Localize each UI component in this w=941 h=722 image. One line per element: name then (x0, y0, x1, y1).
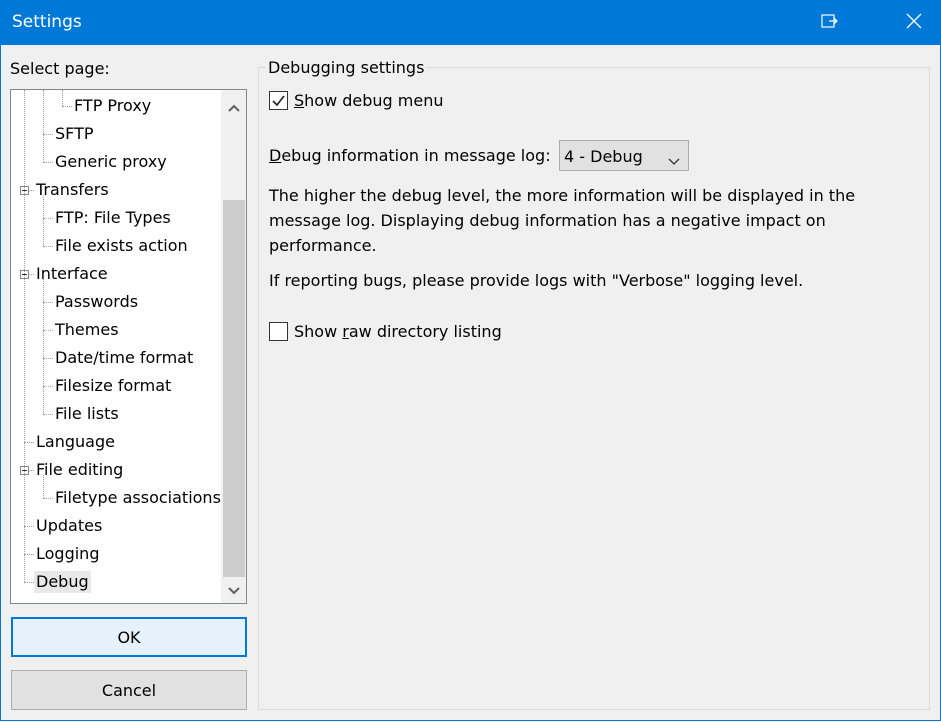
tree-item-filesize-format[interactable]: Filesize format (55, 375, 171, 397)
tree-connector (43, 386, 53, 387)
tree-item-ftp-proxy[interactable]: FTP Proxy (74, 95, 151, 117)
tree-connector (43, 246, 53, 247)
debug-info-label: Debug information in message log: (269, 146, 551, 165)
close-button[interactable] (891, 0, 937, 45)
tree-connector (24, 526, 34, 527)
tree-connector (62, 106, 72, 107)
tree-item-ftp-file-types[interactable]: FTP: File Types (55, 207, 171, 229)
tree-connector (24, 582, 34, 583)
tree-item-generic-proxy[interactable]: Generic proxy (55, 151, 167, 173)
tree-item-interface[interactable]: Interface (36, 263, 108, 285)
tree-item-sftp[interactable]: SFTP (55, 123, 94, 145)
snap-button[interactable] (807, 0, 853, 45)
group-title: Debugging settings (266, 58, 427, 77)
tree-connector (43, 358, 53, 359)
tree-item-transfers[interactable]: Transfers (36, 179, 109, 201)
tree-guide-line (43, 475, 44, 498)
tree-guide-line (43, 279, 44, 414)
snap-icon (821, 13, 839, 33)
tree-connector (43, 134, 53, 135)
tree-guide-line (43, 195, 44, 246)
debug-level-select[interactable]: 4 - Debug (559, 140, 689, 171)
cancel-button[interactable]: Cancel (11, 670, 247, 710)
show-raw-listing-label[interactable]: Show raw directory listing (294, 322, 502, 341)
tree-content: FTP Proxy SFTP Generic proxy Transfers FTP: … (11, 90, 223, 603)
tree-item-updates[interactable]: Updates (36, 515, 102, 537)
tree-connector (43, 302, 53, 303)
scroll-thumb[interactable] (223, 200, 245, 577)
show-debug-menu-label[interactable]: Show debug menu (294, 91, 444, 110)
tree-item-passwords[interactable]: Passwords (55, 291, 138, 313)
chevron-up-icon (228, 97, 240, 116)
select-page-label: Select page: (10, 59, 110, 78)
tree-item-themes[interactable]: Themes (55, 319, 119, 341)
tree-connector (24, 554, 34, 555)
window-title: Settings (12, 12, 82, 32)
tree-guide-line (43, 90, 44, 162)
debug-description: The higher the debug level, the more inf… (269, 186, 856, 255)
tree-guide-line (62, 90, 63, 106)
tree-connector (43, 498, 53, 499)
tree-connector (43, 162, 53, 163)
title-bar: Settings (0, 0, 941, 45)
tree-item-file-exists-action[interactable]: File exists action (55, 235, 188, 257)
tree-item-file-lists[interactable]: File lists (55, 403, 119, 425)
close-icon (906, 13, 922, 33)
tree-item-filetype-associations[interactable]: Filetype associations (55, 487, 221, 509)
chevron-down-icon (668, 151, 680, 170)
tree-scrollbar[interactable] (221, 90, 246, 603)
ok-button[interactable]: OK (11, 617, 247, 657)
tree-item-debug[interactable]: Debug (34, 571, 91, 593)
tree-connector (43, 330, 53, 331)
debug-level-value: 4 - Debug (564, 147, 643, 166)
tree-connector (43, 218, 53, 219)
tree-item-file-editing[interactable]: File editing (36, 459, 123, 481)
show-raw-listing-checkbox[interactable] (269, 322, 288, 341)
tree-connector (24, 442, 34, 443)
scroll-down-button[interactable] (222, 577, 246, 601)
bug-report-note: If reporting bugs, please provide logs w… (269, 271, 804, 290)
tree-guide-line (24, 90, 25, 582)
tree-item-language[interactable]: Language (36, 431, 115, 453)
page-tree[interactable]: FTP Proxy SFTP Generic proxy Transfers FTP: … (10, 89, 247, 604)
chevron-down-icon (228, 580, 240, 599)
tree-item-logging[interactable]: Logging (36, 543, 99, 565)
tree-connector (43, 414, 53, 415)
scroll-up-button[interactable] (222, 94, 246, 118)
show-debug-menu-checkbox[interactable] (269, 91, 288, 110)
tree-item-date-time-format[interactable]: Date/time format (55, 347, 193, 369)
